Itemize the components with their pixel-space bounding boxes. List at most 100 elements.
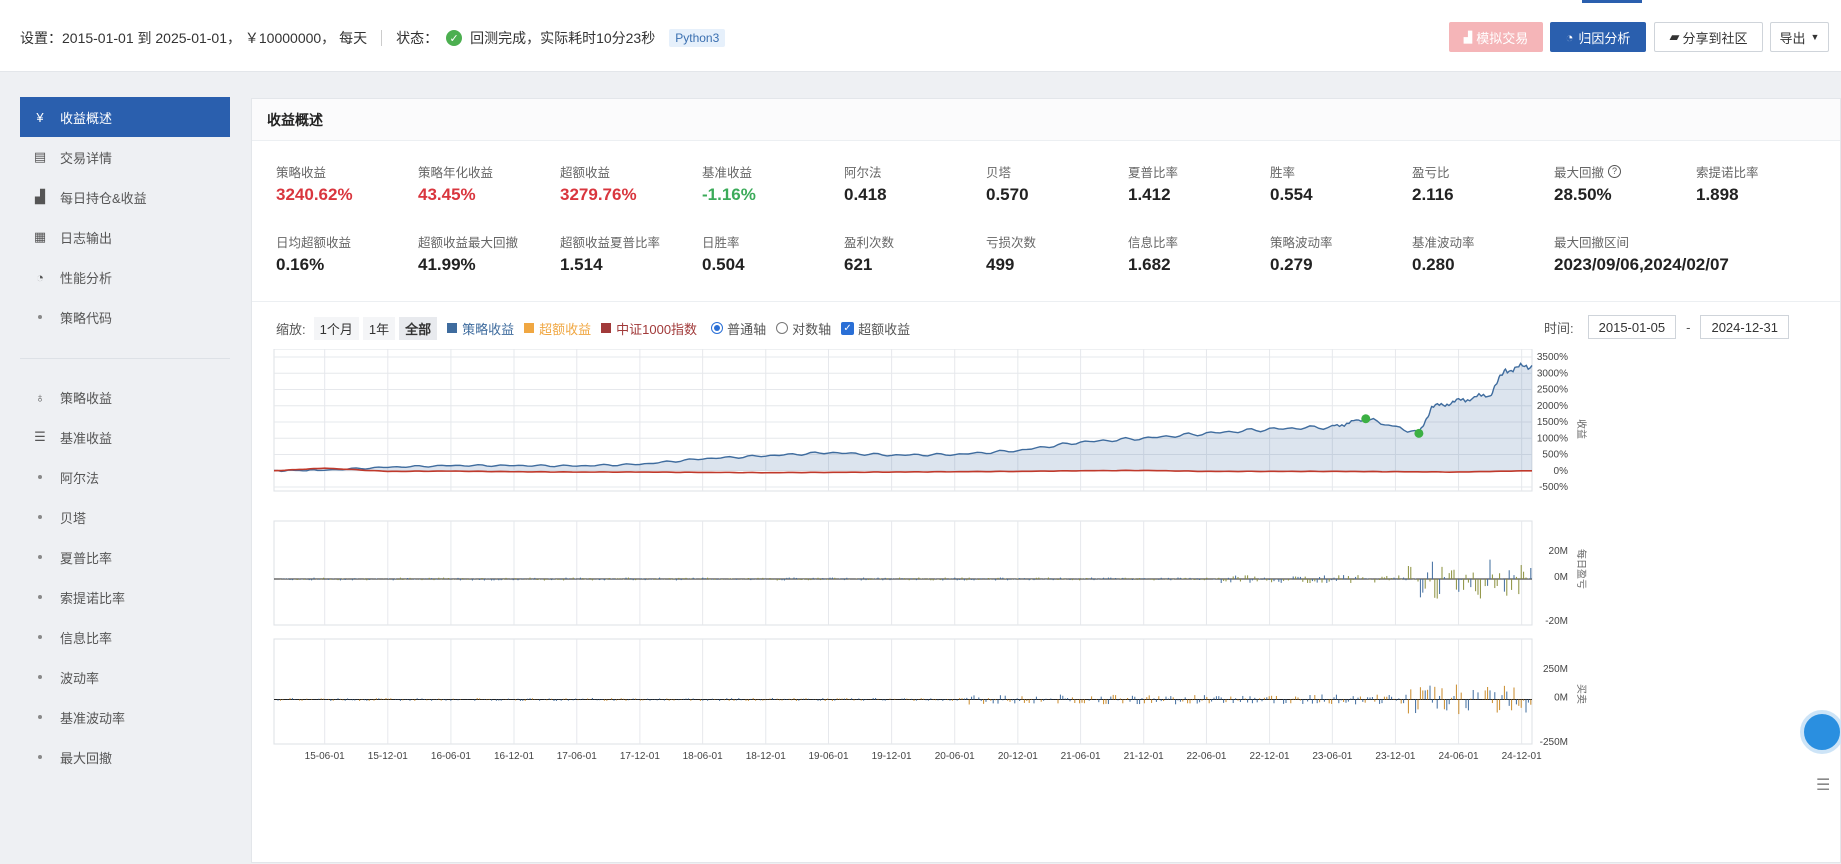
metric-label-text: 基准波动率 [1412,235,1475,250]
bullet-icon [38,755,42,759]
metric-label: 最大回撤? [1554,161,1696,181]
metric-label: 胜率 [1270,161,1412,181]
legend-benchmark[interactable]: 中证1000指数 [601,319,697,338]
metric-label: 信息比率 [1128,231,1270,251]
y-tick-label: 3000% [1537,368,1568,379]
bullet-icon [38,595,42,599]
language-badge: Python3 [669,29,726,47]
sidebar-item-label: 策略收益 [60,390,113,406]
sidebar-item[interactable]: ♁ 策略收益 [20,377,230,417]
zoom-1y-button[interactable]: 1年 [362,316,396,340]
sidebar-item-label: 交易详情 [60,150,113,166]
returns-chart[interactable]: 15-06-01 15-12-01 16-06-01 16-12-01 17-06-01… [252,349,1840,864]
sidebar-item-label: 每日持仓&收益 [60,190,147,206]
zoom-1m-button[interactable]: 1个月 [313,316,359,340]
metric: 策略波动率 0.279 [1270,231,1412,301]
sidebar-item[interactable]: 阿尔法 [20,457,230,497]
sidebar-item[interactable]: 波动率 [20,657,230,697]
panel-title: 收益概述 [252,99,1840,141]
sidebar-item-label: 收益概述 [60,110,113,126]
metric: 胜率 0.554 [1270,161,1412,231]
settings-label: 设置： [20,30,62,46]
sidebar-item[interactable]: 贝塔 [20,497,230,537]
sidebar-item-label: 基准波动率 [60,710,126,726]
y-tick-label: 250M [1543,664,1568,675]
time-range: 时间: 2015-01-05 - 2024-12-31 [1544,315,1789,339]
metric-value: 3279.76% [560,185,637,204]
metric-label: 基准波动率 [1412,231,1554,251]
metric-label-text: 超额收益 [560,165,611,180]
legend-swatch [601,323,612,333]
sidebar-item[interactable]: 基准波动率 [20,697,230,737]
y-tick-label: 1000% [1537,433,1568,444]
sidebar-item[interactable]: 策略代码 [20,297,230,337]
plot-frame [273,638,1533,745]
sidebar-item-label: 基准收益 [60,430,113,446]
sidebar-item[interactable]: ¥ 收益概述 [20,97,230,137]
sidebar-divider [20,337,230,359]
sidebar-item[interactable]: 夏普比率 [20,537,230,577]
metrics-row-1: 策略收益 3240.62% 策略年化收益 43.45% 超额收益 3279.76% 基准收益… [276,161,1838,231]
date-from-input[interactable]: 2015-01-05 [1587,315,1677,339]
legend-swatch [524,323,535,333]
attribution-button[interactable]: ◔ 归因分析 [1550,22,1646,52]
metric: 信息比率 1.682 [1128,231,1270,301]
metric-label: 基准收益 [702,161,844,181]
check-circle-icon: ✓ [446,30,463,46]
chat-support-icon[interactable] [1800,710,1841,754]
sidebar-group-main: ¥ 收益概述 ▤ 交易详情 ▟ 每日持仓&收益 ▦ 日志输出 ◔ 性能分析 策略代码 [20,97,230,337]
menu-icon[interactable]: ☰ [1816,775,1834,795]
sidebar-item[interactable]: ☰ 基准收益 [20,417,230,457]
checkbox-icon: ✓ [841,321,855,335]
metric-label-text: 阿尔法 [844,165,882,180]
help-icon[interactable]: ? [1608,164,1622,178]
radio-icon [776,322,789,334]
export-button[interactable]: 导出 ▼ [1770,22,1829,52]
metric: 盈亏比 2.116 [1412,161,1554,231]
metric-label-text: 最大回撤区间 [1554,235,1630,250]
log-icon: ▦ [33,229,47,244]
share-button[interactable]: ▰ 分享到社区 [1654,22,1763,52]
excess-checkbox-label: 超额收益 [858,321,911,337]
x-tick-label: 15-06-01 [305,751,345,762]
metric-value: 1.412 [1128,185,1171,204]
excess-checkbox[interactable]: ✓ 超额收益 [841,319,910,338]
x-tick-label: 18-12-01 [746,751,786,762]
x-tick-label: 22-06-01 [1186,751,1226,762]
sidebar-item[interactable]: ▟ 每日持仓&收益 [20,177,230,217]
y-tick-label: 0M [1554,572,1568,583]
metric-label-text: 基准收益 [702,165,753,180]
sidebar-item[interactable]: 最大回撤 [20,737,230,777]
x-tick-label: 20-06-01 [935,751,975,762]
y-tick-label: 0M [1554,693,1568,704]
y-tick-label: -20M [1545,616,1568,627]
sidebar-item[interactable]: ◔ 性能分析 [20,257,230,297]
legend-swatch [447,323,458,333]
section-divider [252,301,1840,302]
zoom-all-button[interactable]: 全部 [399,316,438,340]
metric-label: 超额收益最大回撤 [418,231,560,251]
metrics-grid: 策略收益 3240.62% 策略年化收益 43.45% 超额收益 3279.76% 基准收益… [276,161,1838,301]
metric-value: 28.50% [1554,185,1612,204]
metric-label-text: 策略收益 [276,165,327,180]
legend-excess[interactable]: 超额收益 [524,319,591,338]
sidebar-item[interactable]: 索提诺比率 [20,577,230,617]
y-tick-label: 3500% [1537,352,1568,363]
date-to-input[interactable]: 2024-12-31 [1700,315,1789,339]
metric-value: 2.116 [1412,185,1454,204]
axis-log-radio[interactable]: 对数轴 [776,319,831,338]
legend-strategy[interactable]: 策略收益 [447,319,514,338]
metric-label: 夏普比率 [1128,161,1270,181]
sidebar-item[interactable]: ▤ 交易详情 [20,137,230,177]
axis-normal-radio[interactable]: 普通轴 [711,319,766,338]
sidebar-item[interactable]: 信息比率 [20,617,230,657]
y-axis-label: 买卖 [1575,684,1587,704]
sidebar-item[interactable]: ▦ 日志输出 [20,217,230,257]
metric: 策略年化收益 43.45% [418,161,560,231]
sim-trade-button[interactable]: ▟ 模拟交易 [1449,22,1543,52]
y-tick-label: 0% [1554,466,1569,477]
metric-label: 贝塔 [986,161,1128,181]
metric-label-text: 策略年化收益 [418,165,494,180]
chart-icon: ▟ [1463,31,1473,44]
metric-label-text: 贝塔 [986,165,1012,180]
